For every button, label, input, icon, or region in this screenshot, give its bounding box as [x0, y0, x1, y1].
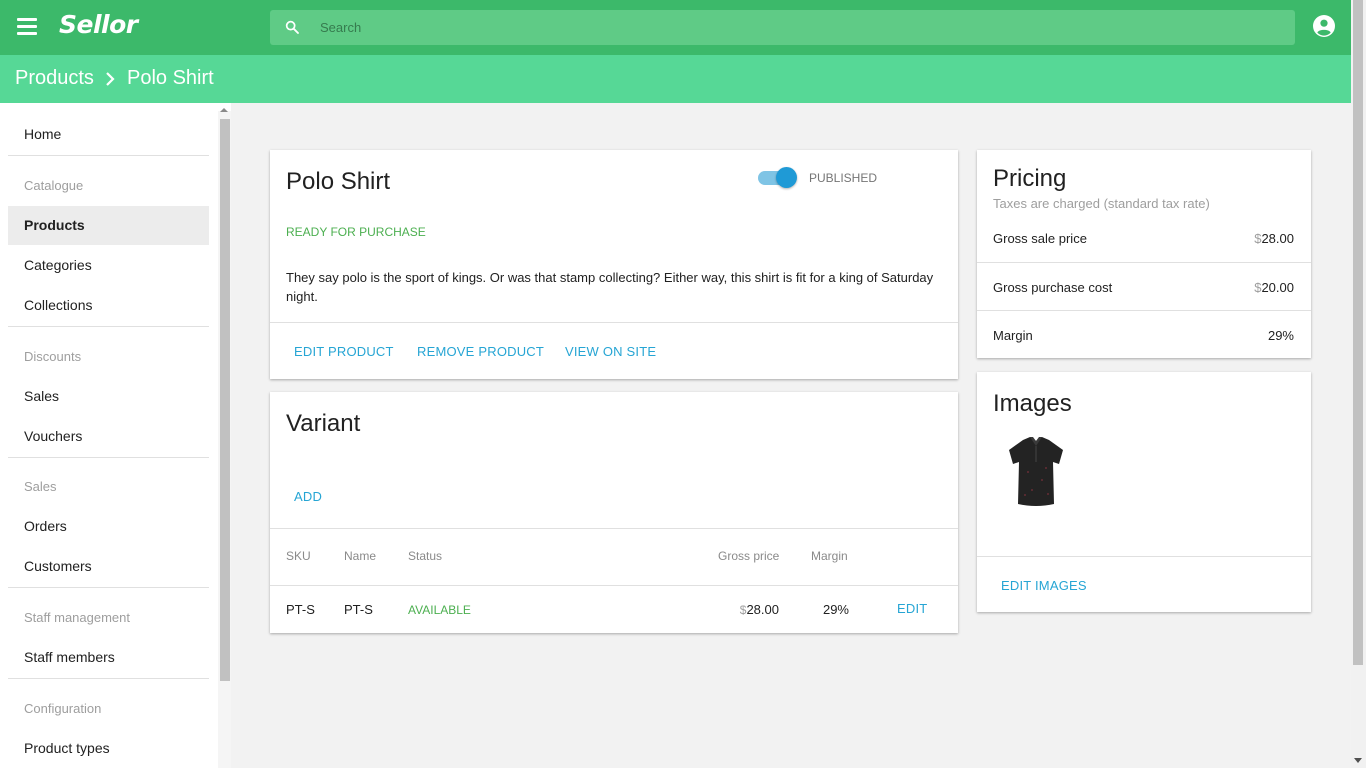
- gross-purchase-cost-value: $20.00: [1254, 280, 1294, 295]
- pricing-title: Pricing: [993, 165, 1067, 192]
- variant-price: $28.00: [740, 602, 779, 617]
- sidebar-item-orders[interactable]: Orders: [8, 507, 209, 546]
- sidebar-divider: [8, 326, 209, 327]
- scroll-up-arrow-icon[interactable]: [220, 108, 228, 112]
- column-header-gross-price: Gross price: [718, 549, 780, 563]
- variant-sku: PT-S: [286, 602, 315, 617]
- edit-variant-button[interactable]: EDIT: [897, 601, 927, 616]
- pricing-subtitle: Taxes are charged (standard tax rate): [993, 196, 1210, 211]
- gross-purchase-amount: 20.00: [1261, 280, 1294, 295]
- sidebar-header-staff: Staff management: [24, 610, 130, 625]
- images-title: Images: [993, 390, 1072, 417]
- published-toggle[interactable]: [758, 167, 798, 188]
- gross-purchase-cost-label: Gross purchase cost: [993, 280, 1113, 295]
- sidebar-item-customers[interactable]: Customers: [8, 547, 209, 586]
- sidebar-item-home[interactable]: Home: [8, 115, 209, 154]
- view-on-site-button[interactable]: VIEW ON SITE: [565, 344, 656, 359]
- sidebar-item-staff-members[interactable]: Staff members: [8, 638, 209, 677]
- page-scrollbar-thumb[interactable]: [1353, 0, 1363, 665]
- card-divider: [977, 556, 1311, 557]
- gross-sale-price-label: Gross sale price: [993, 231, 1087, 246]
- edit-images-button[interactable]: EDIT IMAGES: [1001, 578, 1087, 593]
- variant-price-value: 28.00: [746, 602, 779, 617]
- sidebar-divider: [8, 678, 209, 679]
- row-divider: [977, 310, 1311, 311]
- menu-icon[interactable]: [12, 12, 42, 42]
- sidebar-divider: [8, 457, 209, 458]
- published-label: PUBLISHED: [809, 171, 878, 185]
- sidebar-divider: [8, 155, 209, 156]
- sidebar-item-products[interactable]: Products: [8, 206, 209, 245]
- chevron-right-icon: [106, 72, 115, 86]
- remove-product-button[interactable]: REMOVE PRODUCT: [417, 344, 544, 359]
- sidebar-item-vouchers[interactable]: Vouchers: [8, 417, 209, 456]
- table-divider: [270, 585, 958, 586]
- search-input[interactable]: [320, 10, 1220, 45]
- account-icon[interactable]: [1312, 14, 1336, 38]
- product-card: Polo Shirt PUBLISHED READY FOR PURCHASE …: [270, 150, 958, 379]
- product-image-thumbnail[interactable]: [1001, 432, 1071, 512]
- margin-label: Margin: [993, 328, 1033, 343]
- sidebar-header-configuration: Configuration: [24, 701, 102, 716]
- sidebar-header-catalogue: Catalogue: [24, 178, 84, 193]
- breadcrumb: Products Polo Shirt: [0, 55, 1351, 103]
- product-title: Polo Shirt: [286, 168, 391, 195]
- search-icon: [285, 20, 299, 34]
- sidebar: Home Catalogue Products Categories Colle…: [0, 103, 231, 768]
- sidebar-item-sales[interactable]: Sales: [8, 377, 209, 416]
- sidebar-item-product-types[interactable]: Product types: [8, 729, 209, 768]
- row-divider: [977, 262, 1311, 263]
- breadcrumb-current: Polo Shirt: [127, 67, 214, 89]
- app-logo[interactable]: Sellor: [59, 10, 138, 39]
- scroll-down-arrow-icon[interactable]: [1354, 758, 1362, 763]
- edit-product-button[interactable]: EDIT PRODUCT: [294, 344, 394, 359]
- column-header-margin: Margin: [811, 549, 848, 563]
- column-header-name: Name: [344, 549, 377, 563]
- column-header-sku: SKU: [286, 549, 311, 563]
- product-status-badge: READY FOR PURCHASE: [286, 225, 426, 239]
- sidebar-scrollbar-thumb[interactable]: [220, 119, 230, 681]
- sidebar-header-sales: Sales: [24, 479, 57, 494]
- add-variant-button[interactable]: ADD: [294, 489, 322, 504]
- margin-value: 29%: [1267, 328, 1294, 343]
- gross-sale-price-value: $28.00: [1254, 231, 1294, 246]
- images-card: Images EDIT IMAGES: [977, 372, 1311, 612]
- variant-margin: 29%: [822, 602, 849, 617]
- search-bar[interactable]: [270, 10, 1295, 45]
- card-divider: [270, 528, 958, 529]
- toggle-knob: [776, 167, 797, 188]
- column-header-status: Status: [408, 549, 443, 563]
- variant-title: Variant: [286, 410, 361, 437]
- card-divider: [270, 322, 958, 323]
- variant-status-badge: AVAILABLE: [408, 603, 471, 617]
- variant-card: Variant ADD SKU Name Status Gross price …: [270, 392, 958, 633]
- pricing-card: Pricing Taxes are charged (standard tax …: [977, 150, 1311, 358]
- variant-name: PT-S: [344, 602, 373, 617]
- sidebar-item-categories[interactable]: Categories: [8, 246, 209, 285]
- sidebar-divider: [8, 587, 209, 588]
- breadcrumb-products-link[interactable]: Products: [15, 67, 94, 90]
- top-app-bar: Sellor: [0, 0, 1351, 55]
- sidebar-header-discounts: Discounts: [24, 349, 82, 364]
- gross-sale-amount: 28.00: [1261, 231, 1294, 246]
- sidebar-item-collections[interactable]: Collections: [8, 286, 209, 325]
- product-description: They say polo is the sport of kings. Or …: [286, 270, 934, 304]
